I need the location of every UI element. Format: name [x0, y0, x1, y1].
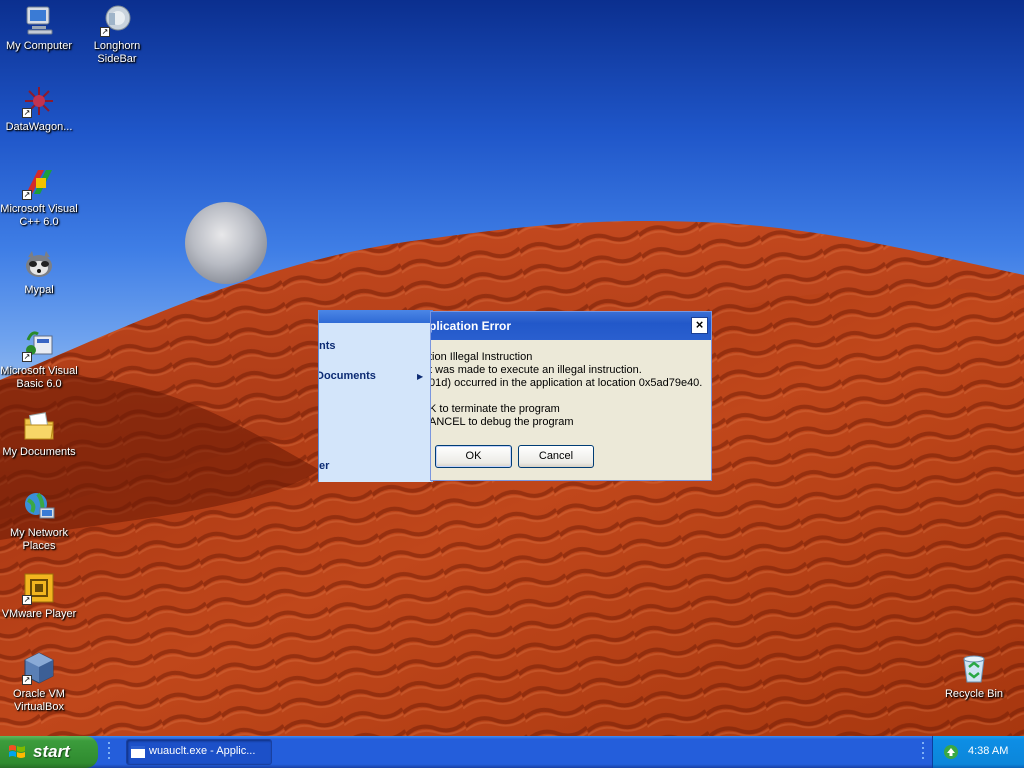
desktop-icon-label: My Network Places	[9, 527, 69, 552]
mypal-icon	[26, 251, 52, 277]
desktop-icon-visual-cpp[interactable]: ↗ Microsoft Visual C++ 6.0	[0, 166, 78, 229]
shortcut-arrow-icon: ↗	[22, 190, 32, 200]
desktop-icon-mypal[interactable]: Mypal	[0, 247, 78, 297]
start-menu-item-documents[interactable]: Documents	[319, 370, 376, 382]
desktop-icon-label: Oracle VM VirtualBox	[13, 688, 65, 713]
desktop-icon-recycle-bin[interactable]: Recycle Bin	[935, 651, 1013, 701]
desktop-icon-longhorn-sidebar[interactable]: ↗ Longhorn SideBar	[78, 3, 156, 66]
desktop-icon-label: Longhorn SideBar	[93, 40, 141, 65]
my-computer-icon	[26, 6, 53, 35]
desktop-icon-label: Recycle Bin	[944, 688, 1004, 700]
application-error-dialog: plication Error × tion Illegal Instructi…	[430, 311, 712, 481]
start-menu-remnant: nts Documents ▶ er	[318, 310, 433, 482]
start-menu-item-recent[interactable]: nts	[319, 340, 336, 352]
desktop-icon-virtualbox[interactable]: ↗ Oracle VM VirtualBox	[0, 651, 78, 714]
start-button[interactable]: start	[0, 736, 98, 768]
desktop: My Computer ↗ Longhorn SideBar ↗ DataWag…	[0, 0, 1024, 736]
desktop-icon-visual-basic[interactable]: ↗ Microsoft Visual Basic 6.0	[0, 328, 78, 391]
cancel-button[interactable]: Cancel	[518, 445, 594, 468]
taskbar-grip	[922, 742, 924, 759]
desktop-icon-vmware-player[interactable]: ↗ VMware Player	[0, 571, 78, 621]
desktop-icon-label: Microsoft Visual Basic 6.0	[0, 365, 78, 390]
desktop-icon-label: My Documents	[2, 446, 76, 458]
taskbar-grip	[108, 742, 110, 759]
desktop-icon-datawagon[interactable]: ↗ DataWagon...	[0, 84, 78, 134]
dialog-message: tion Illegal Instruction t was made to e…	[430, 351, 703, 428]
desktop-icon-label: Microsoft Visual C++ 6.0	[0, 203, 78, 228]
dialog-titlebar[interactable]: plication Error ×	[431, 312, 711, 340]
desktop-icon-label: My Computer	[5, 40, 73, 52]
clock[interactable]: 4:38 AM	[968, 745, 1008, 757]
start-menu-header	[319, 310, 433, 323]
desktop-icon-my-documents[interactable]: My Documents	[0, 409, 78, 459]
task-label: wuauclt.exe - Applic...	[149, 745, 256, 757]
close-button[interactable]: ×	[691, 317, 708, 334]
moon	[185, 202, 267, 284]
start-label: start	[33, 742, 70, 761]
taskbar-task-wuauclt[interactable]: wuauclt.exe - Applic...	[126, 739, 272, 765]
desktop-icon-my-computer[interactable]: My Computer	[0, 3, 78, 53]
taskbar: start wuauclt.exe - Applic... 4:38 AM	[0, 736, 1024, 768]
desktop-icon-label: VMware Player	[1, 608, 77, 620]
shortcut-arrow-icon: ↗	[100, 27, 110, 37]
dialog-title: plication Error	[430, 319, 512, 333]
my-documents-icon	[24, 412, 54, 440]
shortcut-arrow-icon: ↗	[22, 675, 32, 685]
system-tray: 4:38 AM	[932, 736, 1024, 768]
shortcut-arrow-icon: ↗	[22, 108, 32, 118]
application-window-icon	[131, 746, 145, 758]
network-places-icon	[25, 492, 55, 519]
desktop-icon-label: DataWagon...	[5, 121, 73, 133]
desktop-icon-label: Mypal	[24, 284, 54, 296]
shortcut-arrow-icon: ↗	[22, 352, 32, 362]
recycle-bin-icon	[963, 655, 985, 683]
desktop-icon-network-places[interactable]: My Network Places	[0, 490, 78, 553]
ok-button[interactable]: OK	[435, 445, 512, 468]
submenu-arrow-icon: ▶	[417, 372, 424, 381]
windows-logo-icon	[9, 745, 25, 758]
shortcut-arrow-icon: ↗	[22, 595, 32, 605]
start-menu-item-other[interactable]: er	[319, 460, 329, 472]
windows-update-icon[interactable]	[943, 744, 959, 760]
